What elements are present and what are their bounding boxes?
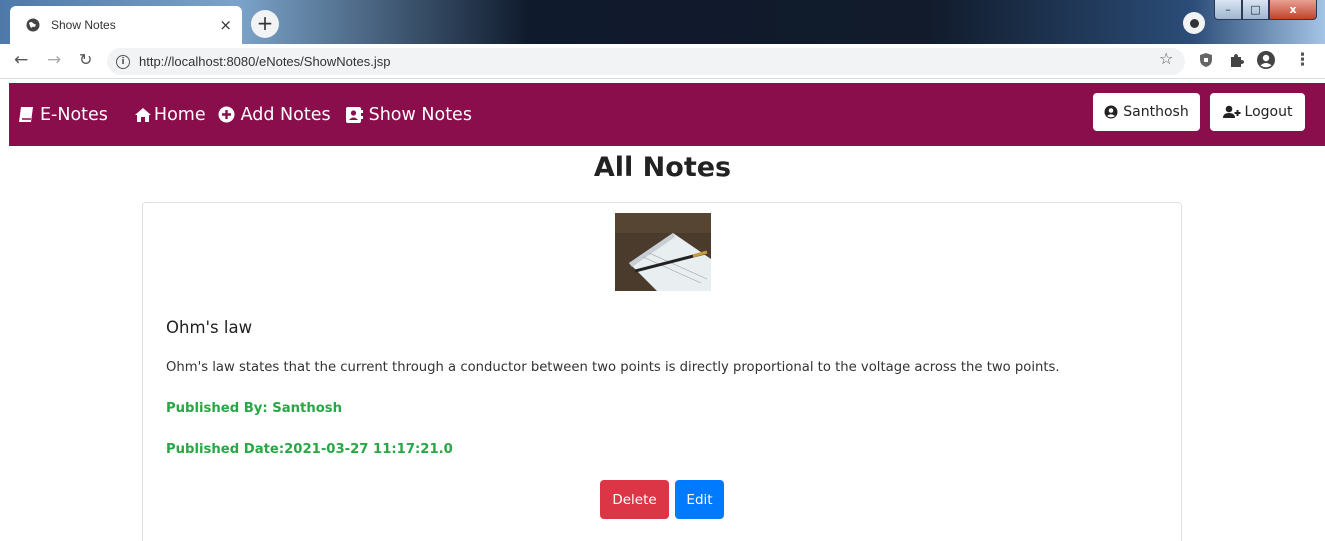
note-image — [615, 213, 711, 291]
note-title: Ohm's law — [166, 318, 253, 337]
address-book-icon — [345, 106, 363, 124]
home-icon — [134, 107, 152, 123]
note-card: Ohm's law Ohm's law states that the curr… — [142, 202, 1182, 541]
note-published-by: Published By: Santhosh — [166, 401, 343, 416]
note-content: Ohm's law states that the current throug… — [166, 360, 1060, 375]
app-navbar: E-Notes Home Add Notes Show Notes Santho… — [9, 83, 1325, 146]
profile-indicator-icon[interactable] — [1183, 12, 1205, 34]
forward-arrow-icon[interactable]: → — [47, 50, 61, 70]
browser-toolbar: ← → ↻ i http://localhost:8080/eNotes/Sho… — [0, 44, 1325, 79]
nav-home-label: Home — [153, 104, 206, 125]
maximize-button[interactable]: □ — [1242, 0, 1269, 20]
nav-add-notes-link[interactable]: Add Notes — [218, 105, 331, 125]
nav-show-notes-label: Show Notes — [368, 104, 472, 125]
user-circle-icon — [1104, 105, 1118, 119]
user-plus-icon — [1222, 105, 1241, 119]
user-profile-label: Santhosh — [1123, 104, 1189, 120]
brand-label: E-Notes — [40, 104, 108, 125]
logout-label: Logout — [1244, 104, 1293, 120]
nav-add-notes-label: Add Notes — [240, 104, 331, 125]
plus-circle-icon — [218, 106, 235, 123]
account-circle-icon[interactable] — [1256, 50, 1276, 70]
address-bar[interactable]: i http://localhost:8080/eNotes/ShowNotes… — [107, 48, 1185, 75]
logout-button[interactable]: Logout — [1210, 93, 1305, 131]
kebab-menu-icon[interactable]: ⋮ — [1294, 50, 1311, 70]
reload-icon[interactable]: ↻ — [79, 50, 92, 69]
tab-title: Show Notes — [51, 18, 116, 32]
puzzle-extensions-icon[interactable] — [1228, 52, 1244, 68]
new-tab-button[interactable]: + — [251, 10, 279, 38]
nav-home-link[interactable]: Home — [134, 105, 206, 125]
browser-titlebar: Show Notes × + – □ x — [0, 0, 1325, 44]
user-profile-button[interactable]: Santhosh — [1093, 93, 1200, 131]
back-arrow-icon[interactable]: ← — [14, 50, 28, 70]
note-published-date: Published Date:2021-03-27 11:17:21.0 — [166, 442, 453, 457]
book-icon — [18, 106, 34, 123]
tab-close-icon[interactable]: × — [219, 16, 232, 34]
shield-extension-icon[interactable] — [1199, 52, 1213, 68]
window-controls: – □ x — [1214, 0, 1317, 20]
close-window-button[interactable]: x — [1269, 0, 1317, 20]
minimize-button[interactable]: – — [1214, 0, 1242, 20]
url-text[interactable]: http://localhost:8080/eNotes/ShowNotes.j… — [139, 54, 390, 69]
globe-icon — [26, 18, 40, 32]
brand-link[interactable]: E-Notes — [18, 105, 108, 125]
info-icon[interactable]: i — [116, 54, 130, 69]
delete-button[interactable]: Delete — [600, 480, 669, 519]
page-title: All Notes — [593, 152, 732, 183]
browser-tab[interactable]: Show Notes × — [10, 6, 242, 44]
edit-button[interactable]: Edit — [675, 480, 724, 519]
bookmark-star-icon[interactable]: ☆ — [1159, 49, 1173, 68]
nav-show-notes-link[interactable]: Show Notes — [345, 105, 472, 125]
